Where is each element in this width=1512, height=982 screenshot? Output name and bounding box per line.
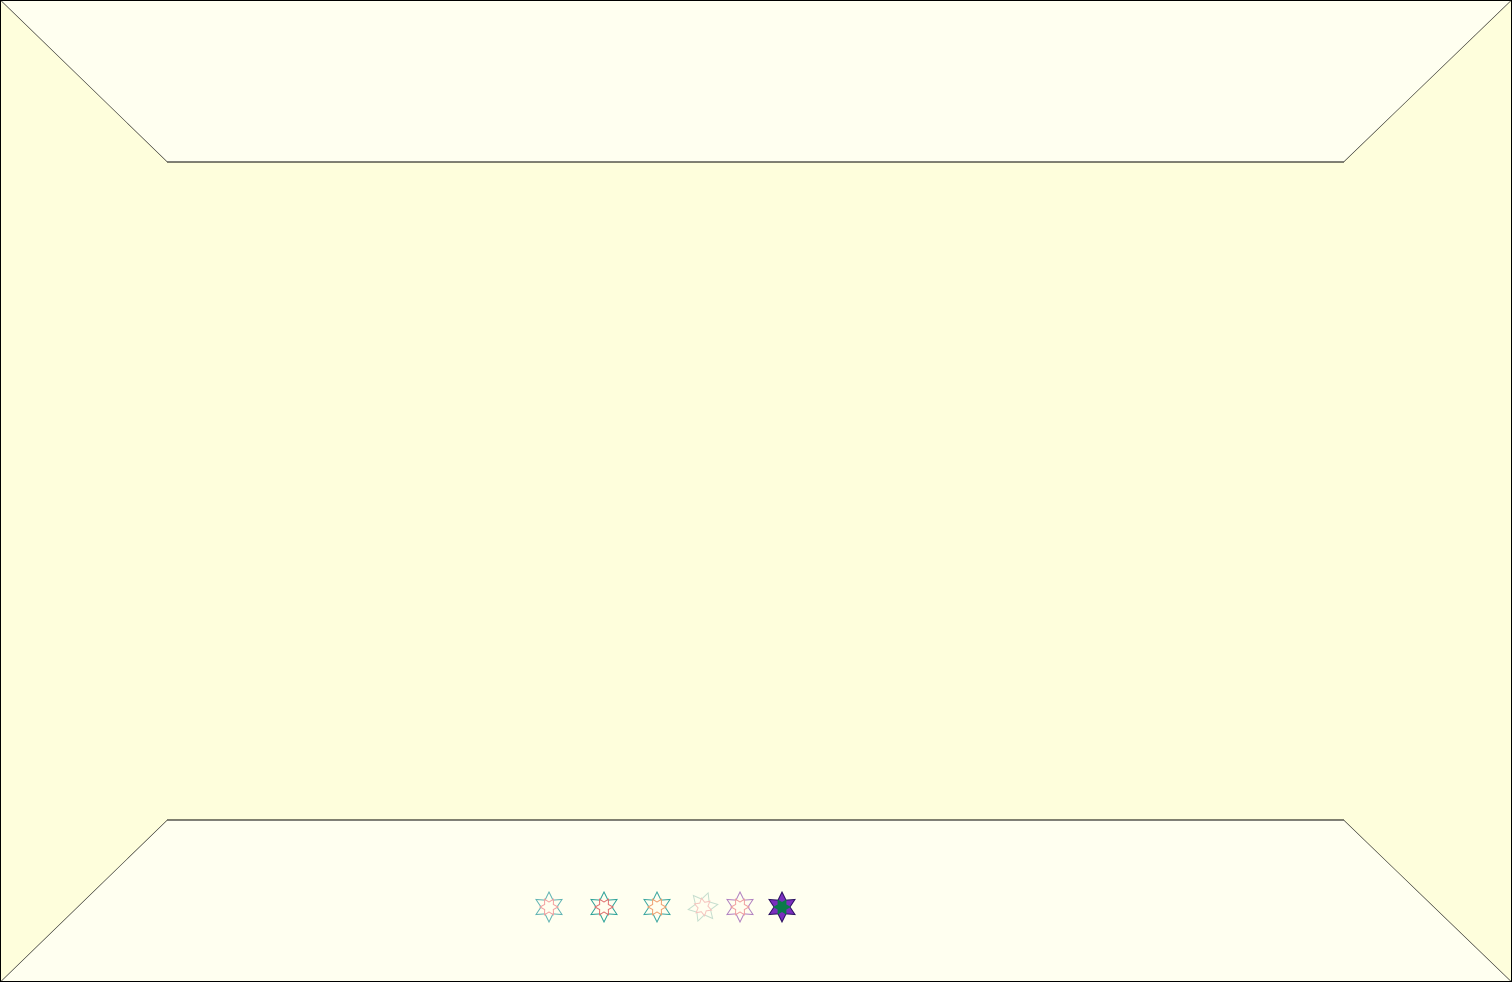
frame-panels bbox=[0, 0, 1512, 982]
star-icon-2-inner bbox=[593, 898, 615, 916]
top-panel bbox=[0, 0, 1512, 163]
star-button-5[interactable] bbox=[723, 890, 757, 924]
left-panel bbox=[0, 0, 167, 982]
star-icon-3 bbox=[643, 890, 671, 924]
perspective-frame bbox=[0, 0, 1512, 982]
star-button-1[interactable] bbox=[532, 890, 566, 924]
star-button-2[interactable] bbox=[587, 890, 621, 924]
star-icon-1-inner bbox=[538, 898, 560, 916]
star-button-6[interactable] bbox=[765, 890, 799, 924]
star-icon-2 bbox=[590, 890, 618, 924]
star-icon-6 bbox=[768, 890, 796, 924]
star-icon-5-inner bbox=[729, 898, 751, 916]
right-panel bbox=[1344, 0, 1512, 982]
star-icon-4-outer bbox=[687, 891, 719, 923]
star-button-4[interactable] bbox=[686, 890, 720, 924]
star-icon-1 bbox=[535, 890, 563, 924]
star-button-3[interactable] bbox=[640, 890, 674, 924]
star-icon-4 bbox=[687, 891, 719, 923]
star-toolbar bbox=[528, 890, 818, 924]
star-icon-3-inner bbox=[646, 898, 668, 916]
star-icon-5 bbox=[726, 890, 754, 924]
